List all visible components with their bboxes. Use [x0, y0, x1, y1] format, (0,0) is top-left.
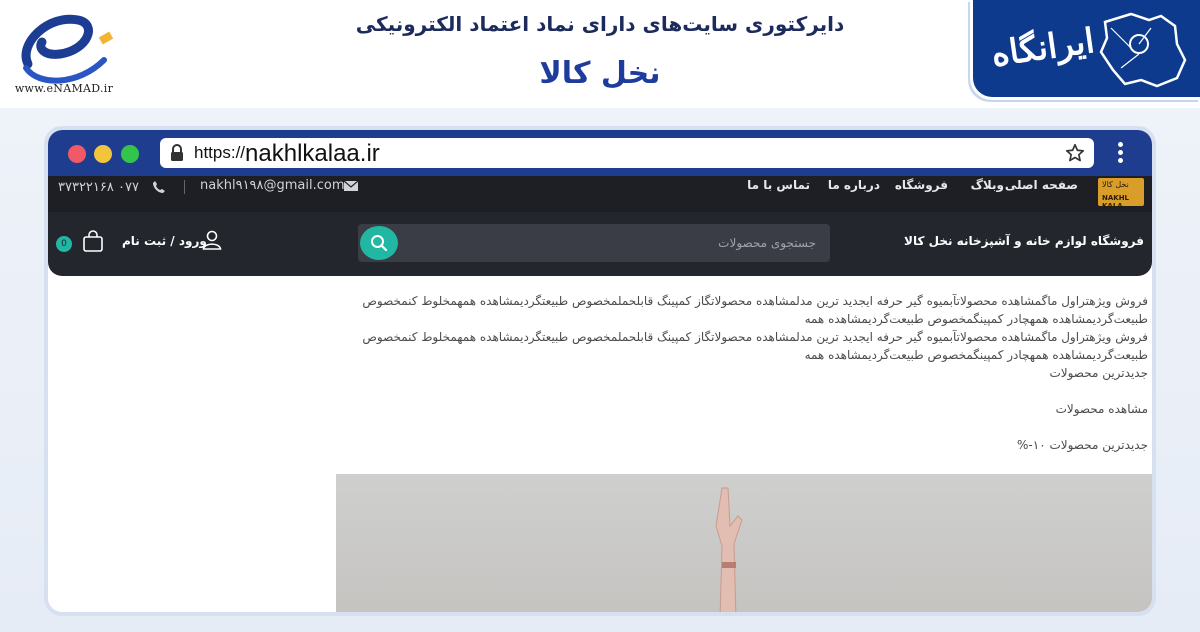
enamad-caption: www.eNAMAD.ir — [14, 82, 114, 95]
product-image-object — [715, 487, 743, 612]
irangah-badge[interactable]: ایرانگاه — [970, 0, 1200, 100]
banner-header: www.eNAMAD.ir دایرکتوری سایت‌های دارای ن… — [0, 0, 1200, 108]
site-logo-fa: نخل کالا — [1102, 180, 1129, 189]
nav-about[interactable]: درباره ما — [828, 178, 880, 192]
lock-icon — [171, 144, 183, 161]
cart-count-badge: 0 — [56, 236, 72, 252]
cart-icon[interactable] — [82, 230, 104, 252]
url-protocol: https:// — [194, 143, 246, 162]
store-title[interactable]: فروشگاه لوازم خانه و آشپزخانه نخل کالا — [904, 234, 1144, 248]
content-line-3: فروش ویژهتراول ماگمشاهده محصولاتآبمیوه گ… — [362, 330, 1148, 344]
site-name-title: نخل کالا — [539, 56, 661, 91]
phone-number[interactable]: ۰۷۷ ۳۷۳۲۲۱۶۸ — [58, 180, 139, 195]
content-line-2: طبیعت‌گردیمشاهده همهچادر کمپینگمخصوص طبی… — [804, 312, 1148, 326]
nav-home[interactable]: صفحه اصلی — [1005, 178, 1078, 192]
search-input[interactable] — [406, 232, 816, 254]
search-box — [358, 224, 830, 262]
minimize-window-button[interactable] — [94, 145, 112, 163]
mail-icon — [344, 181, 358, 191]
site-logo[interactable]: نخل کالا NAKHL KALA — [1098, 178, 1144, 210]
content-line-1: فروش ویژهتراول ماگمشاهده محصولاتآبمیوه گ… — [362, 294, 1148, 308]
maximize-window-button[interactable] — [121, 145, 139, 163]
view-products-link[interactable]: مشاهده محصولات — [68, 400, 1148, 418]
browser-window: https://nakhlkalaa.ir ۰۷۷ ۳۷۳۲۲۱۶۸ nakhl… — [44, 126, 1156, 616]
star-icon[interactable] — [1064, 142, 1086, 164]
nav-shop[interactable]: فروشگاه — [895, 178, 948, 192]
login-register-link[interactable]: ورود / ثبت نام — [122, 234, 207, 248]
url-text[interactable]: https://nakhlkalaa.ir — [194, 140, 380, 168]
newest-products-discount: جدیدترین محصولات ۱۰-% — [1017, 438, 1148, 452]
search-button[interactable] — [360, 226, 398, 260]
close-window-button[interactable] — [68, 145, 86, 163]
email-address[interactable]: nakhl۹۱۹۸@gmail.com — [200, 178, 345, 193]
nav-contact[interactable]: تماس با ما — [747, 178, 810, 192]
kebab-menu-icon[interactable] — [1116, 142, 1124, 166]
site-topbar: ۰۷۷ ۳۷۳۲۲۱۶۸ nakhl۹۱۹۸@gmail.com صفحه اص… — [48, 176, 1152, 212]
user-icon[interactable] — [202, 230, 222, 250]
top-navigation: صفحه اصلی وبلاگ فروشگاه درباره ما تماس ب… — [738, 178, 1078, 198]
irangah-map-icon — [1099, 12, 1187, 88]
irangah-logo-text: ایرانگاه — [988, 20, 1098, 76]
address-bar[interactable]: https://nakhlkalaa.ir — [160, 138, 1094, 168]
browser-chrome: https://nakhlkalaa.ir — [48, 130, 1152, 176]
directory-title: دایرکتوری سایت‌های دارای نماد اعتماد الک… — [355, 12, 845, 36]
site-main-header: فروشگاه لوازم خانه و آشپزخانه نخل کالا و… — [48, 212, 1152, 276]
search-icon — [371, 235, 388, 252]
nav-blog[interactable]: وبلاگ — [971, 178, 1004, 192]
content-line-4: طبیعت‌گردیمشاهده همهچادر کمپینگمخصوص طبی… — [804, 348, 1148, 362]
url-domain: nakhlkalaa.ir — [245, 140, 380, 167]
topbar-divider — [184, 180, 185, 194]
content-line-5: جدیدترین محصولات — [1049, 366, 1148, 380]
site-logo-en: NAKHL KALA — [1102, 194, 1130, 210]
phone-icon — [153, 181, 165, 193]
page-content: فروش ویژهتراول ماگمشاهده محصولاتآبمیوه گ… — [68, 292, 1148, 454]
